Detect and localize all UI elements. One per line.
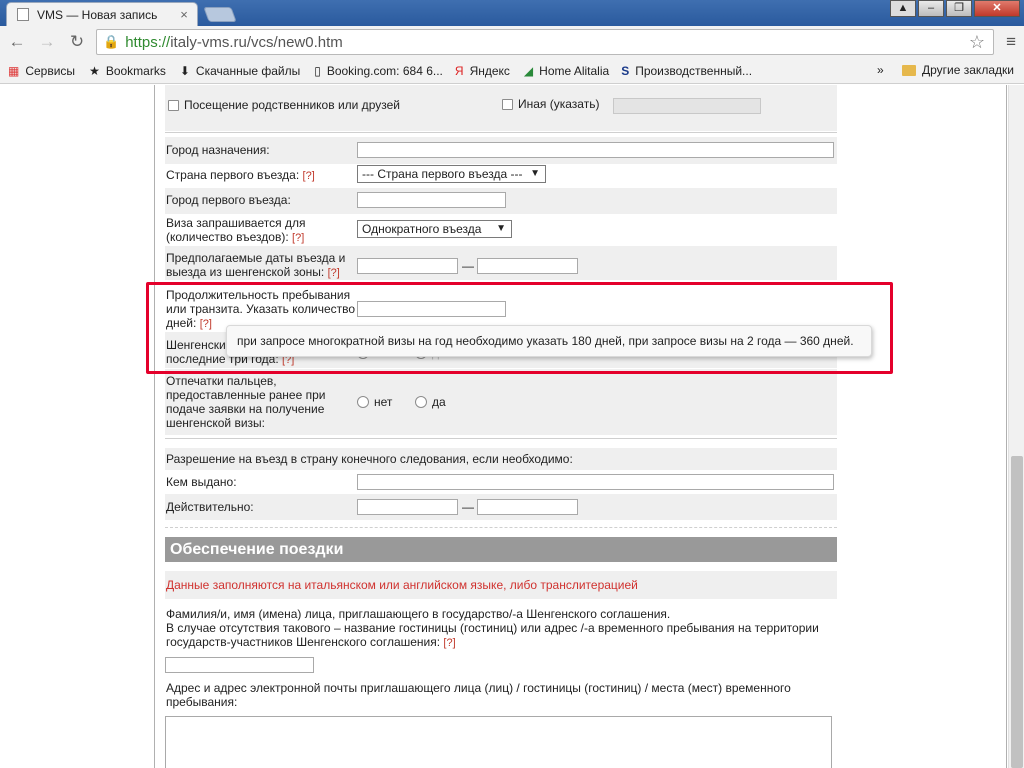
fingerprints-yes-option[interactable]: да xyxy=(415,395,446,409)
valid-label: Действительно: xyxy=(166,500,254,514)
page-icon: ▯ xyxy=(314,63,321,78)
inviter-label: Фамилия/и, имя (имена) лица, приглашающе… xyxy=(166,607,819,649)
url-scheme: https:// xyxy=(125,33,171,51)
other-bookmarks[interactable]: Другие закладки xyxy=(902,63,1014,77)
page-viewport: Посещение родственников или друзей Иная … xyxy=(0,85,1008,768)
scrollbar-thumb[interactable] xyxy=(1011,456,1023,768)
bookmark-label: Яндекс xyxy=(469,63,510,78)
vertical-scrollbar[interactable] xyxy=(1008,85,1024,768)
fingerprints-no-option[interactable]: нет xyxy=(357,395,392,409)
help-icon[interactable]: [?] xyxy=(292,232,304,244)
issued-by-input[interactable] xyxy=(357,474,834,490)
divider xyxy=(165,527,837,528)
bookmark-item[interactable]: ▯ Booking.com: 684 6... xyxy=(314,64,443,78)
download-icon: ⬇ xyxy=(179,63,190,78)
other-option[interactable]: Иная (указать) xyxy=(502,97,599,111)
minimize-button[interactable]: – xyxy=(918,0,944,17)
page-icon xyxy=(17,8,29,21)
bookmark-item[interactable]: ★ Bookmarks xyxy=(89,64,166,78)
url-path: italy-vms.ru/vcs/new0.htm xyxy=(170,33,343,51)
help-icon[interactable]: [?] xyxy=(303,170,315,182)
bookmarks-bar: ▦ Сервисы ★ Bookmarks ⬇ Скачанные файлы ▯ Bo… xyxy=(0,58,1024,84)
tab-title: VMS — Новая запись xyxy=(37,7,158,22)
visa-entries-label: Виза запрашивается для (количество въездо… xyxy=(166,216,306,244)
date-dash: — xyxy=(462,500,474,514)
new-tab-button[interactable] xyxy=(203,7,237,22)
exit-date-input[interactable] xyxy=(477,258,578,274)
forward-icon[interactable]: → xyxy=(34,32,60,52)
reload-icon[interactable]: ↻ xyxy=(64,32,90,52)
bookmark-label: Home Alitalia xyxy=(539,63,610,78)
checkbox[interactable] xyxy=(502,99,513,110)
bookmark-label: Bookmarks xyxy=(105,63,166,78)
visa-entries-select[interactable]: Однократного въезда ▼ xyxy=(357,220,512,238)
back-icon[interactable]: ← xyxy=(4,32,30,52)
yandex-icon: Я xyxy=(454,63,464,78)
valid-to-input[interactable] xyxy=(477,499,578,515)
bookmark-label: Скачанные файлы xyxy=(195,63,301,78)
destination-city-label: Город назначения: xyxy=(166,143,270,157)
close-window-button[interactable]: ✕ xyxy=(974,0,1020,17)
section-title: Обеспечение поездки xyxy=(165,537,837,562)
bookmark-item[interactable]: ▦ Сервисы xyxy=(8,64,75,78)
first-entry-country-select[interactable]: --- Страна первого въезда --- ▼ xyxy=(357,165,546,183)
other-bookmarks-label: Другие закладки xyxy=(922,63,1014,77)
bookmark-label: Booking.com: 684 6... xyxy=(326,63,443,78)
bookmark-item[interactable]: S Производственный... xyxy=(621,64,752,78)
valid-from-input[interactable] xyxy=(357,499,458,515)
inviter-address-label: Адрес и адрес электронной почты приглаша… xyxy=(166,681,791,709)
dropdown-arrow-icon: ▼ xyxy=(496,223,506,234)
form-container: Посещение родственников или друзей Иная … xyxy=(154,85,1007,768)
help-icon[interactable]: [?] xyxy=(443,637,455,649)
divider xyxy=(165,438,837,439)
inviter-address-textarea[interactable] xyxy=(165,716,832,768)
bookmark-item[interactable]: Я Яндекс xyxy=(455,64,510,78)
red-highlight-box xyxy=(146,282,893,374)
dropdown-arrow-icon: ▼ xyxy=(530,168,540,179)
first-entry-city-label: Город первого въезда: xyxy=(166,193,291,207)
checkbox[interactable] xyxy=(168,100,179,111)
folder-icon xyxy=(902,64,916,76)
apps-icon: ▦ xyxy=(8,63,20,78)
star-icon: ★ xyxy=(89,63,100,78)
select-value: --- Страна первого въезда --- xyxy=(362,167,523,181)
lock-icon: 🔒 xyxy=(103,34,120,49)
bookmark-star-icon[interactable]: ☆ xyxy=(969,32,985,53)
maximize-button[interactable]: ❐ xyxy=(946,0,972,17)
language-note: Данные заполняются на итальянском или ан… xyxy=(165,571,837,599)
browser-tab-strip: VMS — Новая запись × ▲ – ❐ ✕ xyxy=(0,0,1024,26)
bookmark-item[interactable]: ◢ Home Alitalia xyxy=(524,64,609,78)
first-entry-city-input[interactable] xyxy=(357,192,506,208)
bookmark-item[interactable]: ⬇ Скачанные файлы xyxy=(180,64,300,78)
alitalia-icon: ◢ xyxy=(523,63,534,78)
s-icon: S xyxy=(621,63,630,78)
other-specify-input[interactable] xyxy=(613,98,761,114)
visit-relatives-label: Посещение родственников или друзей xyxy=(184,98,400,112)
browser-tab[interactable]: VMS — Новая запись × xyxy=(6,2,198,26)
tab-close-icon[interactable]: × xyxy=(177,7,191,22)
bookmark-label: Производственный... xyxy=(635,63,753,78)
issued-by-label: Кем выдано: xyxy=(166,475,237,489)
url-bar[interactable]: 🔒 https:// italy-vms.ru/vcs/new0.htm ☆ xyxy=(96,29,994,55)
bookmark-label: Сервисы xyxy=(25,63,76,78)
visit-relatives-option[interactable]: Посещение родственников или друзей xyxy=(168,98,400,112)
divider xyxy=(165,132,837,133)
date-dash: — xyxy=(462,259,474,273)
other-label: Иная (указать) xyxy=(518,97,600,111)
menu-icon[interactable]: ≡ xyxy=(1006,32,1016,52)
radio-button[interactable] xyxy=(357,396,369,408)
permit-title: Разрешение на въезд в страну конечного с… xyxy=(166,452,573,466)
inviter-input[interactable] xyxy=(165,657,314,673)
first-entry-country-label: Страна первого въезда: [?] xyxy=(166,168,315,182)
help-icon[interactable]: [?] xyxy=(328,267,340,279)
bookmarks-overflow-icon[interactable]: » xyxy=(877,63,884,77)
radio-button[interactable] xyxy=(415,396,427,408)
user-icon[interactable]: ▲ xyxy=(890,0,916,17)
address-toolbar: ← → ↻ 🔒 https:// italy-vms.ru/vcs/new0.h… xyxy=(0,26,1024,58)
fingerprints-label: Отпечатки пальцев, предоставленные ранее … xyxy=(166,374,326,430)
entry-date-input[interactable] xyxy=(357,258,458,274)
select-value: Однократного въезда xyxy=(362,222,482,236)
destination-city-input[interactable] xyxy=(357,142,834,158)
dates-label: Предполагаемые даты въезда и выезда из ше… xyxy=(166,251,346,279)
